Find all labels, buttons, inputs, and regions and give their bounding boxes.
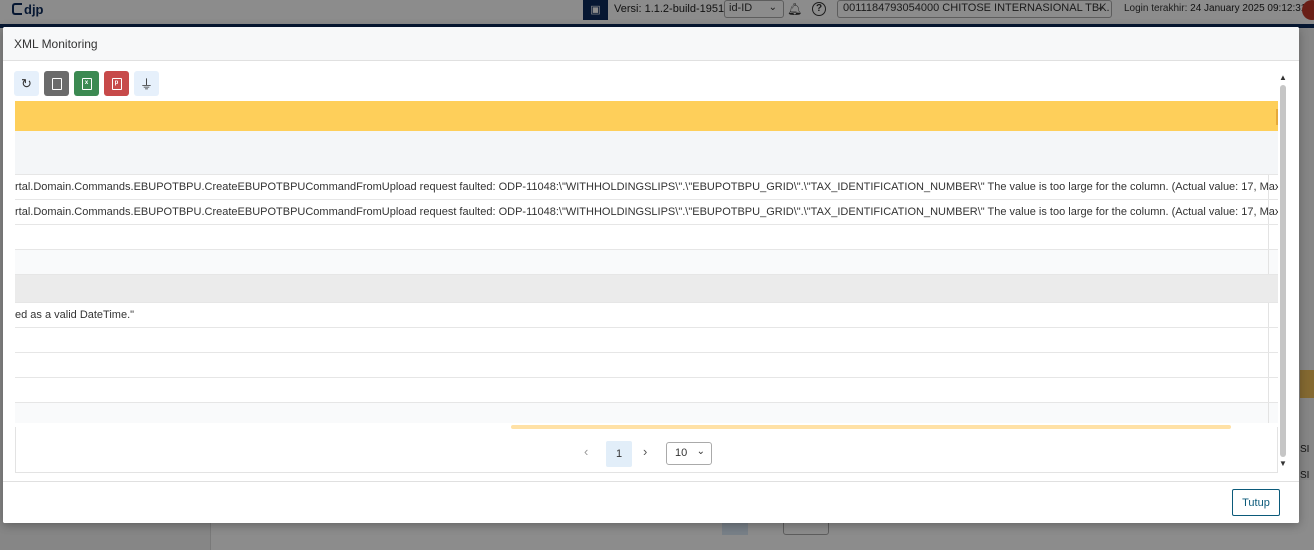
- modal-header: XML Monitoring: [3, 27, 1299, 61]
- table-row[interactable]: [15, 275, 1278, 303]
- close-button[interactable]: Tutup: [1232, 489, 1280, 516]
- pagination: ‹ 1 › 10 ⌄: [16, 441, 1277, 467]
- column-resize-handle[interactable]: [1276, 109, 1278, 125]
- table-row[interactable]: [15, 403, 1278, 423]
- clear-filter-button[interactable]: ⏚: [134, 71, 159, 96]
- table-row[interactable]: [15, 131, 1278, 175]
- table-row[interactable]: rtal.Domain.Commands.EBUPOTBPU.CreateEBU…: [15, 200, 1278, 225]
- modal-title: XML Monitoring: [14, 37, 98, 51]
- chevron-left-icon[interactable]: ‹: [584, 444, 588, 459]
- page-number-button[interactable]: 1: [606, 441, 632, 467]
- export-pdf-button[interactable]: p: [104, 71, 129, 96]
- vertical-scrollbar[interactable]: ▲ ▼: [1279, 73, 1289, 473]
- file-icon: [51, 77, 62, 90]
- table-row[interactable]: [15, 328, 1278, 353]
- grid-toolbar: ↻ x p ⏚: [14, 71, 159, 97]
- refresh-button[interactable]: ↻: [14, 71, 39, 96]
- scroll-down-icon[interactable]: ▼: [1279, 459, 1287, 468]
- grid-header: [15, 101, 1278, 131]
- export-excel-button[interactable]: x: [74, 71, 99, 96]
- table-row[interactable]: [15, 353, 1278, 378]
- table-row[interactable]: [15, 378, 1278, 403]
- table-row[interactable]: ed as a valid DateTime.": [15, 303, 1278, 328]
- scroll-up-icon[interactable]: ▲: [1279, 73, 1287, 82]
- export-file-button[interactable]: [44, 71, 69, 96]
- scrollbar-thumb[interactable]: [1280, 85, 1286, 457]
- excel-icon: x: [81, 77, 92, 90]
- chevron-right-icon[interactable]: ›: [643, 444, 647, 459]
- pdf-icon: p: [111, 77, 122, 90]
- refresh-icon: ↻: [21, 75, 32, 91]
- chevron-down-icon: ⌄: [696, 446, 705, 457]
- table-row[interactable]: [15, 250, 1278, 275]
- modal-footer: Tutup: [3, 481, 1299, 523]
- filter-clear-icon: ⏚: [139, 77, 153, 92]
- horizontal-scrollbar[interactable]: [511, 425, 1231, 429]
- row-message: ed as a valid DateTime.": [15, 309, 135, 321]
- grid-footer: ‹ 1 › 10 ⌄: [15, 425, 1278, 473]
- xml-monitoring-modal: XML Monitoring ↻ x p ⏚ rtal.Domain.Comma…: [3, 27, 1299, 523]
- page-size-select[interactable]: 10 ⌄: [666, 442, 712, 465]
- xml-monitoring-grid: rtal.Domain.Commands.EBUPOTBPU.CreateEBU…: [15, 101, 1278, 423]
- table-row[interactable]: rtal.Domain.Commands.EBUPOTBPU.CreateEBU…: [15, 175, 1278, 200]
- row-message: rtal.Domain.Commands.EBUPOTBPU.CreateEBU…: [15, 206, 1278, 218]
- row-message: rtal.Domain.Commands.EBUPOTBPU.CreateEBU…: [15, 181, 1278, 193]
- table-row[interactable]: [15, 225, 1278, 250]
